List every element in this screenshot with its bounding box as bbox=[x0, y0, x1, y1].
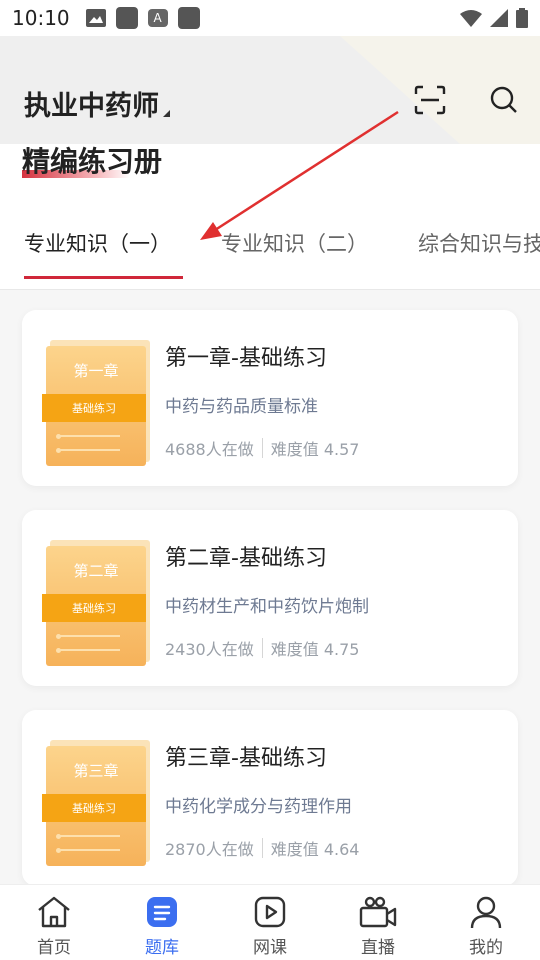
tab-professional-1[interactable]: 专业知识（一） bbox=[0, 214, 183, 289]
cover-chapter-label: 第三章 bbox=[73, 762, 119, 780]
home-icon bbox=[38, 896, 70, 928]
bottom-nav: 首页 题库 网课 直播 我的 bbox=[0, 884, 540, 960]
wifi-icon bbox=[460, 10, 482, 27]
user-icon bbox=[470, 896, 502, 929]
nav-courses[interactable]: 网课 bbox=[216, 885, 324, 960]
nav-home[interactable]: 首页 bbox=[0, 885, 108, 960]
chapter-title: 第二章-基础练习 bbox=[165, 546, 327, 571]
square-icon bbox=[115, 7, 138, 29]
nav-question-bank-label: 题库 bbox=[145, 938, 179, 958]
cover-band-label: 基础练习 bbox=[42, 794, 146, 822]
people-count: 4688人在做 bbox=[165, 440, 254, 459]
cover-band-label: 基础练习 bbox=[42, 394, 146, 422]
chapter-cover: 第二章 基础练习 bbox=[42, 540, 150, 666]
cover-chapter-label: 第一章 bbox=[73, 362, 119, 380]
status-bar: 10:10 A bbox=[0, 0, 540, 36]
signal-icon bbox=[490, 9, 508, 27]
search-button[interactable] bbox=[486, 82, 522, 118]
content-top: 精编练习册 专业知识（一） 专业知识（二） 综合知识与技 bbox=[0, 144, 540, 290]
difficulty: 难度值 4.57 bbox=[270, 440, 360, 459]
chapter-card[interactable]: 第三章 基础练习 第三章-基础练习 中药化学成分与药理作用 2870人在做 难度… bbox=[22, 710, 518, 886]
chapter-meta: 4688人在做 难度值 4.57 bbox=[165, 436, 359, 460]
chapter-title: 第三章-基础练习 bbox=[165, 746, 327, 771]
nav-live-label: 直播 bbox=[361, 938, 395, 958]
camera-icon bbox=[359, 896, 397, 928]
difficulty: 难度值 4.64 bbox=[270, 840, 360, 859]
status-icons-right bbox=[460, 8, 528, 28]
chapter-subtitle: 中药与药品质量标准 bbox=[165, 397, 318, 417]
chapter-card[interactable]: 第二章 基础练习 第二章-基础练习 中药材生产和中药饮片炮制 2430人在做 难… bbox=[22, 510, 518, 686]
image-icon bbox=[85, 9, 106, 27]
exam-selector[interactable]: 执业中药师 bbox=[24, 84, 170, 123]
chapter-tabs: 专业知识（一） 专业知识（二） 综合知识与技 bbox=[0, 214, 540, 290]
page-title: 精编练习册 bbox=[22, 145, 163, 178]
scan-button[interactable] bbox=[412, 82, 448, 118]
chapter-subtitle: 中药化学成分与药理作用 bbox=[165, 797, 352, 817]
cover-band-label: 基础练习 bbox=[42, 594, 146, 622]
header: 执业中药师 bbox=[0, 36, 540, 144]
chapter-subtitle: 中药材生产和中药饮片炮制 bbox=[165, 597, 369, 617]
search-icon bbox=[490, 86, 517, 113]
nav-courses-label: 网课 bbox=[253, 938, 287, 958]
nav-me-label: 我的 bbox=[469, 938, 503, 958]
status-icons-left: A bbox=[85, 7, 200, 29]
chapter-cover: 第三章 基础练习 bbox=[42, 740, 150, 866]
chapter-title: 第一章-基础练习 bbox=[165, 346, 327, 371]
cover-chapter-label: 第二章 bbox=[73, 562, 119, 580]
battery-icon bbox=[516, 8, 528, 28]
dropdown-caret-icon bbox=[163, 110, 170, 117]
tab-comprehensive[interactable]: 综合知识与技 bbox=[394, 214, 540, 289]
scan-icon bbox=[414, 85, 446, 115]
nav-home-label: 首页 bbox=[37, 938, 71, 958]
exam-title: 执业中药师 bbox=[24, 91, 159, 122]
nav-live[interactable]: 直播 bbox=[324, 885, 432, 960]
chapter-cover: 第一章 基础练习 bbox=[42, 340, 150, 466]
status-time: 10:10 bbox=[12, 6, 70, 30]
people-count: 2870人在做 bbox=[165, 840, 254, 859]
difficulty: 难度值 4.75 bbox=[270, 640, 360, 659]
square-icon bbox=[177, 7, 200, 29]
chapter-meta: 2870人在做 难度值 4.64 bbox=[165, 836, 359, 860]
a-icon: A bbox=[147, 9, 168, 27]
chapter-card[interactable]: 第一章 基础练习 第一章-基础练习 中药与药品质量标准 4688人在做 难度值 … bbox=[22, 310, 518, 486]
tab-professional-2[interactable]: 专业知识（二） bbox=[197, 214, 368, 289]
play-icon bbox=[254, 896, 286, 928]
question-bank-icon bbox=[147, 897, 177, 927]
nav-me[interactable]: 我的 bbox=[432, 885, 540, 960]
nav-question-bank[interactable]: 题库 bbox=[108, 885, 216, 960]
people-count: 2430人在做 bbox=[165, 640, 254, 659]
chapter-meta: 2430人在做 难度值 4.75 bbox=[165, 636, 359, 660]
